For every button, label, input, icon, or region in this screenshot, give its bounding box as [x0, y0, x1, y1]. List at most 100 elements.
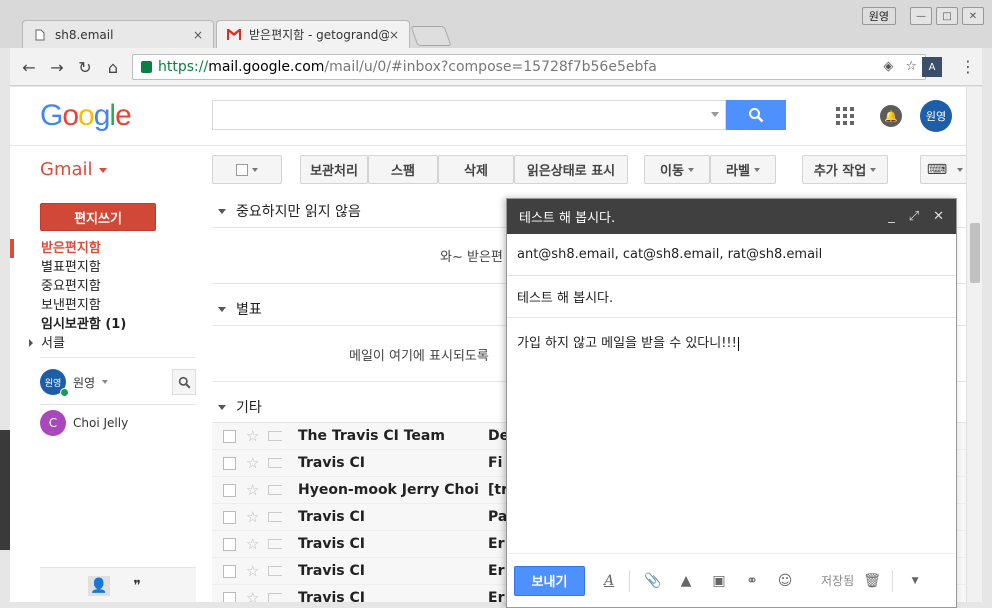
- hangouts-search-button[interactable]: [172, 369, 196, 395]
- importance-marker-icon[interactable]: [268, 431, 282, 441]
- labels-button[interactable]: 라벨: [710, 155, 776, 184]
- search-icon: [178, 376, 190, 388]
- address-bar[interactable]: https://mail.google.com/mail/u/0/#inbox?…: [132, 54, 926, 80]
- scrollbar-thumb[interactable]: [970, 223, 980, 283]
- sidebar-item-sent[interactable]: 보낸편지함: [10, 296, 200, 315]
- recipients-field[interactable]: ant@sh8.email, cat@sh8.email, rat@sh8.em…: [507, 234, 956, 276]
- sidebar-item-inbox[interactable]: 받은편지함: [10, 239, 200, 258]
- account-avatar[interactable]: 원영: [920, 100, 952, 132]
- mail-subject: Fi: [488, 455, 503, 471]
- chevron-down-icon[interactable]: [102, 380, 108, 384]
- notification-bell-icon[interactable]: 🔔: [880, 105, 902, 127]
- tab-sh8-email[interactable]: sh8.email ×: [22, 20, 214, 48]
- checkbox-icon: [236, 163, 248, 176]
- importance-marker-icon[interactable]: [268, 512, 282, 522]
- row-checkbox[interactable]: [223, 483, 236, 497]
- sidebar-item-label: 서클: [41, 336, 65, 351]
- home-icon[interactable]: ⌂: [102, 56, 124, 78]
- star-icon[interactable]: ☆: [246, 481, 262, 499]
- star-icon[interactable]: ☆: [246, 589, 262, 602]
- archive-button[interactable]: 보관처리: [300, 155, 368, 184]
- move-button[interactable]: 이동: [644, 155, 710, 184]
- importance-marker-icon[interactable]: [268, 485, 282, 495]
- move-label: 이동: [660, 164, 684, 179]
- delete-button[interactable]: 삭제: [438, 155, 514, 184]
- tab-close-icon[interactable]: ×: [193, 28, 203, 42]
- sidebar-item-important[interactable]: 중요편지함: [10, 277, 200, 296]
- keyboard-icon: ⌨: [926, 161, 948, 178]
- attach-icon[interactable]: 📎: [643, 571, 663, 591]
- person-icon[interactable]: 👤: [88, 576, 110, 596]
- importance-marker-icon[interactable]: [268, 539, 282, 549]
- spam-button[interactable]: 스팸: [368, 155, 438, 184]
- maximize-icon[interactable]: □: [936, 7, 958, 25]
- collapse-icon[interactable]: [218, 404, 226, 410]
- star-icon[interactable]: ☆: [246, 427, 262, 445]
- compose-header[interactable]: 테스트 해 봅시다. _ ⤢ ✕: [507, 199, 956, 234]
- sidebar-item-circles[interactable]: 서클: [10, 334, 200, 353]
- search-button[interactable]: [726, 100, 786, 130]
- forward-icon[interactable]: →: [46, 56, 68, 78]
- search-input[interactable]: [212, 100, 726, 130]
- send-button[interactable]: 보내기: [514, 565, 585, 596]
- sidebar-item-starred[interactable]: 별표편지함: [10, 258, 200, 277]
- new-tab-button[interactable]: [410, 26, 452, 46]
- view-site-info-icon[interactable]: ◈: [883, 59, 893, 74]
- menu-dots-icon[interactable]: ⋮: [960, 57, 976, 76]
- search-options-icon[interactable]: [711, 112, 719, 117]
- profile-badge[interactable]: 원영: [861, 7, 896, 25]
- importance-marker-icon[interactable]: [268, 593, 282, 602]
- minimize-icon[interactable]: _: [888, 209, 895, 224]
- logo-letter: g: [93, 99, 111, 132]
- close-window-icon[interactable]: ✕: [962, 7, 984, 25]
- compose-footer: 보내기 A 📎 ▲ ▣ ⚭ ☺ 저장됨 🗑 ▼: [507, 553, 956, 607]
- hangouts-icon[interactable]: ❞: [126, 576, 148, 596]
- importance-marker-icon[interactable]: [268, 458, 282, 468]
- gmail-icon: [227, 28, 241, 42]
- tab-close-icon[interactable]: ×: [389, 28, 399, 42]
- reload-icon[interactable]: ↻: [74, 56, 96, 78]
- apps-grid-icon[interactable]: [836, 107, 854, 125]
- star-icon[interactable]: ☆: [246, 508, 262, 526]
- gmail-app-menu[interactable]: Gmail: [40, 159, 107, 180]
- back-icon[interactable]: ←: [18, 56, 40, 78]
- subject-field[interactable]: 테스트 해 봅시다.: [507, 276, 956, 318]
- hangouts-contact[interactable]: C Choi Jelly: [40, 410, 196, 438]
- hangouts-me[interactable]: 원영 원영: [40, 369, 196, 397]
- emoji-icon[interactable]: ☺: [775, 571, 795, 591]
- row-checkbox[interactable]: [223, 564, 236, 578]
- input-tools-button[interactable]: ⌨: [920, 155, 966, 184]
- link-icon[interactable]: ⚭: [742, 571, 762, 591]
- star-icon[interactable]: ☆: [246, 562, 262, 580]
- extension-icon[interactable]: A: [922, 57, 942, 77]
- page-scrollbar[interactable]: [966, 87, 982, 602]
- formatting-icon[interactable]: A: [599, 571, 619, 591]
- row-checkbox[interactable]: [223, 591, 236, 602]
- bookmark-star-icon[interactable]: ☆: [905, 59, 917, 74]
- photo-icon[interactable]: ▣: [709, 571, 729, 591]
- sidebar-item-drafts[interactable]: 임시보관함 (1): [10, 315, 200, 334]
- row-checkbox[interactable]: [223, 510, 236, 524]
- select-checkbox-button[interactable]: [212, 155, 282, 184]
- message-body[interactable]: 가입 하지 않고 메일을 받을 수 있다니!!!: [507, 318, 956, 365]
- collapse-icon[interactable]: [218, 208, 226, 214]
- more-actions-button[interactable]: 추가 작업: [802, 155, 888, 184]
- row-checkbox[interactable]: [223, 456, 236, 470]
- collapse-icon[interactable]: [218, 306, 226, 312]
- expand-icon[interactable]: [29, 339, 33, 347]
- star-icon[interactable]: ☆: [246, 535, 262, 553]
- trash-icon[interactable]: 🗑: [862, 571, 882, 591]
- expand-icon[interactable]: ⤢: [909, 209, 919, 224]
- row-checkbox[interactable]: [223, 537, 236, 551]
- close-icon[interactable]: ✕: [933, 209, 944, 224]
- mark-read-button[interactable]: 읽은상태로 표시: [514, 155, 628, 184]
- star-icon[interactable]: ☆: [246, 454, 262, 472]
- more-options-icon[interactable]: ▼: [905, 571, 925, 591]
- tab-gmail-inbox[interactable]: 받은편지함 - getogrand@ ×: [216, 20, 410, 48]
- minimize-icon[interactable]: —: [910, 7, 932, 25]
- compose-button[interactable]: 편지쓰기: [40, 203, 156, 231]
- drive-icon[interactable]: ▲: [676, 571, 696, 591]
- importance-marker-icon[interactable]: [268, 566, 282, 576]
- row-checkbox[interactable]: [223, 429, 236, 443]
- google-logo[interactable]: Google: [40, 99, 132, 133]
